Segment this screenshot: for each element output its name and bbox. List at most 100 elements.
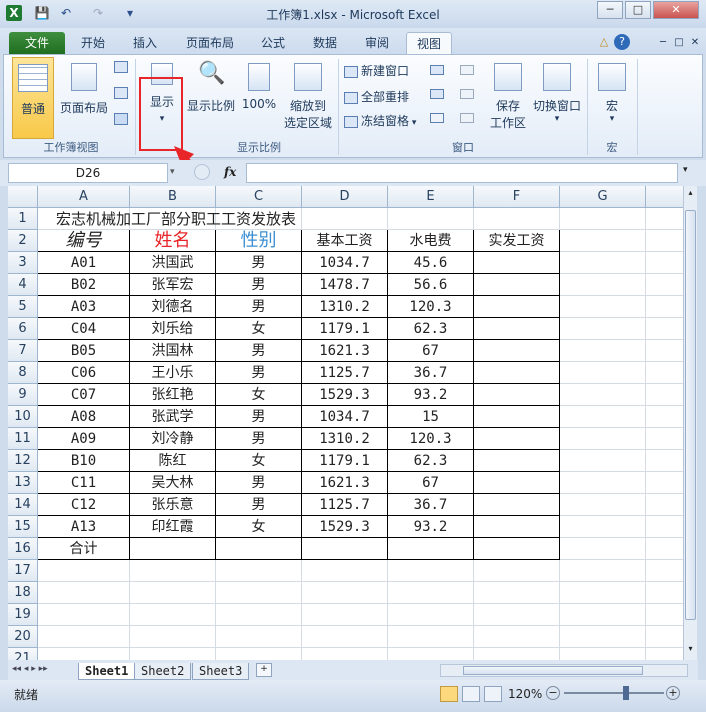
cell-e15[interactable]: 93.2 [388,516,474,538]
cell-f6[interactable] [474,318,560,340]
cell-g6[interactable] [560,318,646,340]
cell-f15[interactable] [474,516,560,538]
cell-b14[interactable]: 张乐意 [130,494,216,516]
cell-d16[interactable] [302,538,388,560]
column-header-a[interactable]: A [38,186,130,208]
cell-d10[interactable]: 1034.7 [302,406,388,428]
cell-h2[interactable] [646,230,683,252]
cell-f12[interactable] [474,450,560,472]
page-break-preview-icon[interactable] [114,61,128,73]
cell-c16[interactable] [216,538,302,560]
row-header-11[interactable]: 11 [8,428,38,450]
cell-g12[interactable] [560,450,646,472]
cell-c7[interactable]: 男 [216,340,302,362]
cell-d20[interactable] [302,626,388,648]
freeze-panes-button[interactable]: 冻结窗格 ▾ [344,111,416,131]
cell-a6[interactable]: C04 [38,318,130,340]
sheet-tab-2[interactable]: Sheet2 [134,663,192,680]
cell-a17[interactable] [38,560,130,582]
cell-b12[interactable]: 陈红 [130,450,216,472]
cell-a7[interactable]: B05 [38,340,130,362]
inner-close-button[interactable]: ✕ [688,32,702,54]
view-side-by-side-icon[interactable] [460,65,474,75]
cell-e18[interactable] [388,582,474,604]
help-icon[interactable]: ? [614,34,630,50]
zoom-to-selection-button[interactable]: 缩放到 选定区域 [280,59,336,139]
cell-g14[interactable] [560,494,646,516]
insert-sheet-icon[interactable]: + [256,663,272,677]
cell-g19[interactable] [560,604,646,626]
macros-button[interactable]: 宏 ▾ [592,59,632,139]
cell-f18[interactable] [474,582,560,604]
cell-h11[interactable] [646,428,683,450]
sheet-nav-icons[interactable]: ◂◂ ◂ ▸ ▸▸ [12,664,48,674]
row-header-5[interactable]: 5 [8,296,38,318]
cell-b3[interactable]: 洪国武 [130,252,216,274]
column-header-g[interactable]: G [560,186,646,208]
row-header-17[interactable]: 17 [8,560,38,582]
cell-a8[interactable]: C06 [38,362,130,384]
cell-c3[interactable]: 男 [216,252,302,274]
worksheet-grid[interactable]: A B C D E F G 1 宏志机械加工厂部分职工工资发放表 2 编号 姓名 性别 基本… [8,186,683,660]
tab-home[interactable]: 开始 [76,32,110,54]
cell-g13[interactable] [560,472,646,494]
cell-a21[interactable] [38,648,130,660]
cell-e3[interactable]: 45.6 [388,252,474,274]
cell-c21[interactable] [216,648,302,660]
zoom-slider[interactable] [564,692,664,694]
reset-position-icon[interactable] [460,113,474,123]
cell-e9[interactable]: 93.2 [388,384,474,406]
cell-d9[interactable]: 1529.3 [302,384,388,406]
normal-view-status-icon[interactable] [440,686,458,702]
cell-d4[interactable]: 1478.7 [302,274,388,296]
zoom-100-button[interactable]: 100% [240,59,278,135]
cell-c18[interactable] [216,582,302,604]
row-header-14[interactable]: 14 [8,494,38,516]
cell-h13[interactable] [646,472,683,494]
cell-a1[interactable]: 宏志机械加工厂部分职工工资发放表 [38,208,296,230]
cell-e4[interactable]: 56.6 [388,274,474,296]
column-header-f[interactable]: F [474,186,560,208]
cell-e13[interactable]: 67 [388,472,474,494]
cell-g3[interactable] [560,252,646,274]
tab-view[interactable]: 视图 [406,32,452,55]
full-screen-icon[interactable] [114,113,128,125]
cell-c19[interactable] [216,604,302,626]
normal-view-button[interactable]: 普通 [12,57,54,139]
zoom-slider-thumb[interactable] [623,686,629,700]
cell-c2[interactable]: 性别 [216,230,302,252]
cell-a19[interactable] [38,604,130,626]
help-collapse-icon[interactable]: △ [596,34,612,50]
cell-h14[interactable] [646,494,683,516]
cell-c11[interactable]: 男 [216,428,302,450]
row-header-2[interactable]: 2 [8,230,38,252]
minimize-button[interactable]: ─ [597,1,623,19]
cell-e14[interactable]: 36.7 [388,494,474,516]
cell-f13[interactable] [474,472,560,494]
row-header-13[interactable]: 13 [8,472,38,494]
tab-insert[interactable]: 插入 [128,32,162,54]
cell-e16[interactable] [388,538,474,560]
insert-function-icon[interactable]: fx [224,165,236,179]
cell-h16[interactable] [646,538,683,560]
cell-c12[interactable]: 女 [216,450,302,472]
cell-f21[interactable] [474,648,560,660]
cell-b6[interactable]: 刘乐给 [130,318,216,340]
vertical-scroll-thumb[interactable] [685,210,696,620]
cell-a14[interactable]: C12 [38,494,130,516]
cell-d2[interactable]: 基本工资 [302,230,388,252]
cell-e8[interactable]: 36.7 [388,362,474,384]
zoom-level[interactable]: 120% [508,687,542,701]
cell-f7[interactable] [474,340,560,362]
row-header-19[interactable]: 19 [8,604,38,626]
cell-e6[interactable]: 62.3 [388,318,474,340]
cell-a11[interactable]: A09 [38,428,130,450]
cell-g5[interactable] [560,296,646,318]
cell-d3[interactable]: 1034.7 [302,252,388,274]
horizontal-scrollbar[interactable] [440,664,688,677]
cell-d1[interactable] [302,208,388,230]
cell-g17[interactable] [560,560,646,582]
cell-c10[interactable]: 男 [216,406,302,428]
cell-h8[interactable] [646,362,683,384]
cell-h19[interactable] [646,604,683,626]
